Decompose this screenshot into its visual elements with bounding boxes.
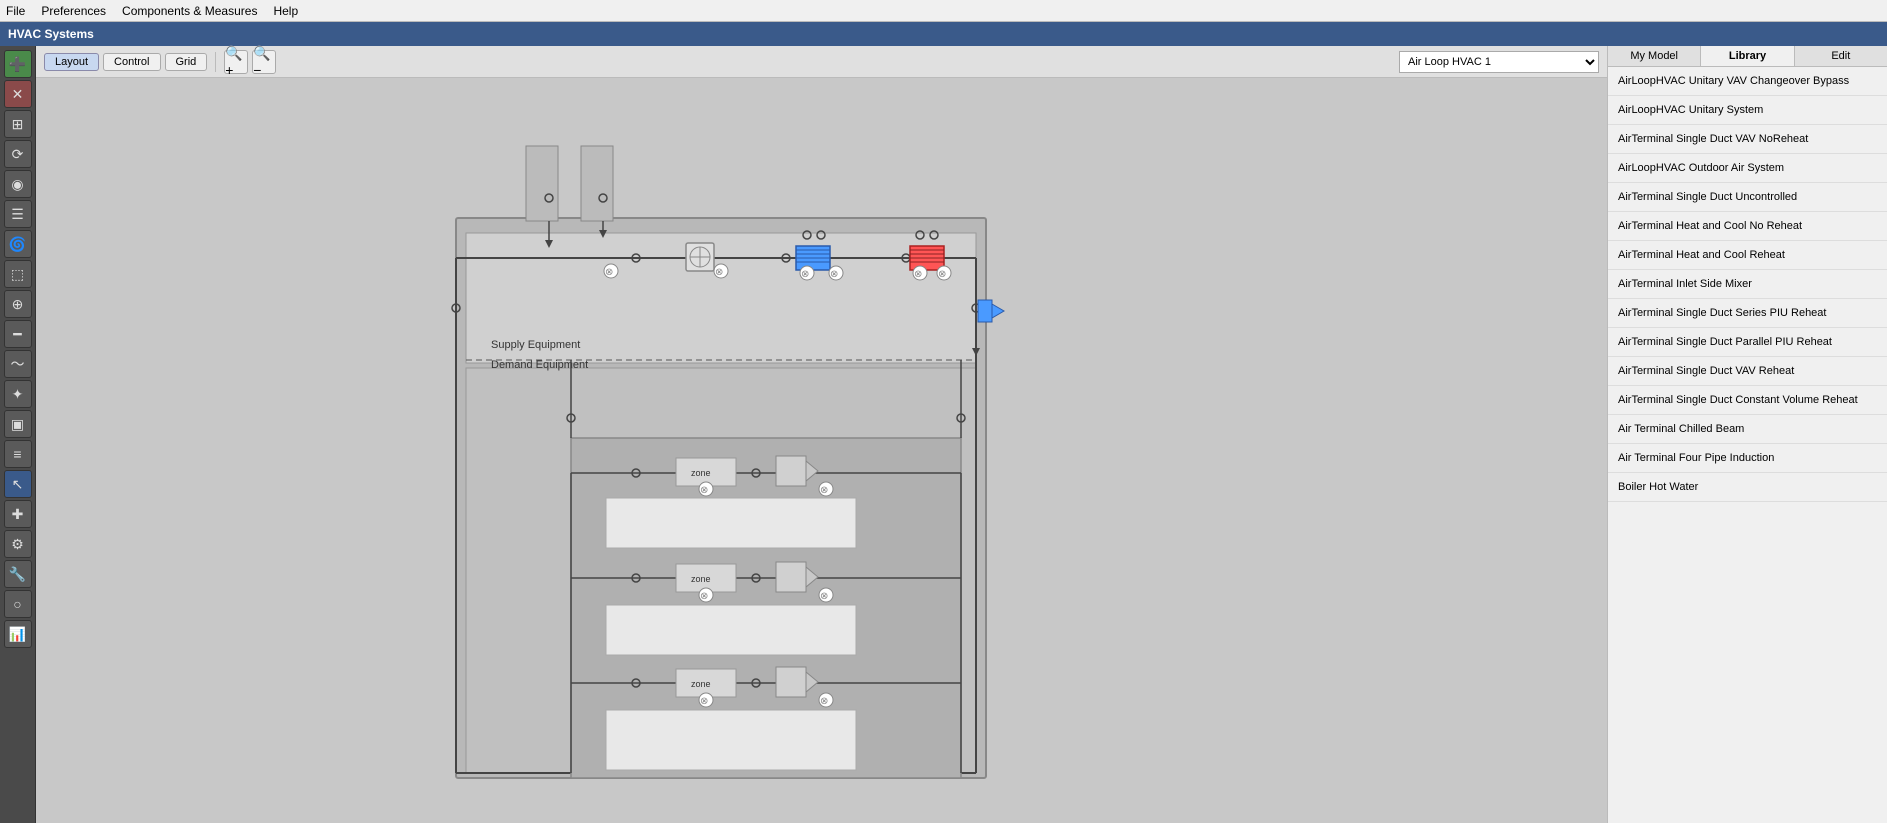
hvac-title: HVAC Systems — [8, 27, 94, 41]
hvac-sys-btn[interactable]: 🌀 — [4, 230, 32, 258]
settings-sidebar-btn[interactable]: ⚙ — [4, 530, 32, 558]
hvac-titlebar: HVAC Systems — [0, 22, 1887, 46]
menu-file[interactable]: File — [6, 4, 25, 18]
circle-btn[interactable]: ○ — [4, 590, 32, 618]
lib-item-2[interactable]: AirTerminal Single Duct VAV NoReheat — [1608, 125, 1887, 154]
lib-item-1[interactable]: AirLoopHVAC Unitary System — [1608, 96, 1887, 125]
menu-preferences[interactable]: Preferences — [41, 4, 106, 18]
lib-item-8[interactable]: AirTerminal Single Duct Series PIU Rehea… — [1608, 299, 1887, 328]
grid-view-btn[interactable]: ⊞ — [4, 110, 32, 138]
lib-item-11[interactable]: AirTerminal Single Duct Constant Volume … — [1608, 386, 1887, 415]
svg-text:⊗: ⊗ — [700, 696, 708, 707]
lib-item-boiler[interactable]: Boiler Hot Water — [1608, 473, 1887, 502]
cursor-btn[interactable]: ↖ — [4, 470, 32, 498]
component-btn[interactable]: ☰ — [4, 200, 32, 228]
menu-help[interactable]: Help — [273, 4, 298, 18]
control-btn[interactable]: Control — [103, 53, 160, 71]
chart-sidebar-btn[interactable]: 📊 — [4, 620, 32, 648]
zone-btn[interactable]: ⬚ — [4, 260, 32, 288]
svg-text:⊗: ⊗ — [700, 591, 708, 602]
svg-text:zone: zone — [691, 468, 711, 478]
svg-text:⊗: ⊗ — [605, 267, 613, 278]
left-sidebar: ➕ ✕ ⊞ ⟳ ◉ ☰ 🌀 ⬚ ⊕ ━ 〜 ✦ ▣ ≡ ↖ ✚ ⚙ 🔧 ○ 📊 — [0, 46, 36, 823]
main-layout: ➕ ✕ ⊞ ⟳ ◉ ☰ 🌀 ⬚ ⊕ ━ 〜 ✦ ▣ ≡ ↖ ✚ ⚙ 🔧 ○ 📊 … — [0, 46, 1887, 823]
right-panel-tabs: My Model Library Edit — [1608, 46, 1887, 67]
svg-text:zone: zone — [691, 574, 711, 584]
demand-label: Demand Equipment — [491, 359, 588, 371]
hvac-loop-dropdown[interactable]: Air Loop HVAC 1 — [1399, 51, 1599, 73]
right-panel: My Model Library Edit AirLoopHVAC Unitar… — [1607, 46, 1887, 823]
svg-text:zone: zone — [691, 679, 711, 689]
grid-btn[interactable]: Grid — [165, 53, 208, 71]
zoom-in-btn[interactable]: 🔍+ — [224, 50, 248, 74]
hvac-diagram-canvas[interactable]: Supply Equipment Demand Equipment — [36, 78, 1607, 823]
tab-library[interactable]: Library — [1701, 46, 1794, 66]
tab-my-model[interactable]: My Model — [1608, 46, 1701, 66]
svg-text:⊗: ⊗ — [820, 485, 828, 496]
svg-text:⊗: ⊗ — [938, 269, 946, 280]
lib-item-four-pipe[interactable]: Air Terminal Four Pipe Induction — [1608, 444, 1887, 473]
pump-btn[interactable]: ⊕ — [4, 290, 32, 318]
tab-edit[interactable]: Edit — [1795, 46, 1887, 66]
lib-item-0[interactable]: AirLoopHVAC Unitary VAV Changeover Bypas… — [1608, 67, 1887, 96]
svg-text:⊗: ⊗ — [914, 269, 922, 280]
lib-item-5[interactable]: AirTerminal Heat and Cool No Reheat — [1608, 212, 1887, 241]
loop-btn[interactable]: ⟳ — [4, 140, 32, 168]
lib-item-4[interactable]: AirTerminal Single Duct Uncontrolled — [1608, 183, 1887, 212]
ahu-btn[interactable]: ▣ — [4, 410, 32, 438]
svg-text:⊗: ⊗ — [830, 269, 838, 280]
wrench-btn[interactable]: 🔧 — [4, 560, 32, 588]
cross-btn[interactable]: ✚ — [4, 500, 32, 528]
lib-item-6[interactable]: AirTerminal Heat and Cool Reheat — [1608, 241, 1887, 270]
menu-bar: File Preferences Components & Measures H… — [0, 0, 1887, 22]
lib-item-7[interactable]: AirTerminal Inlet Side Mixer — [1608, 270, 1887, 299]
schedule-btn[interactable]: ≡ — [4, 440, 32, 468]
svg-text:⊗: ⊗ — [700, 485, 708, 496]
coil-btn[interactable]: 〜 — [4, 350, 32, 378]
menu-components[interactable]: Components & Measures — [122, 4, 257, 18]
lib-item-chilled-beam[interactable]: Air Terminal Chilled Beam — [1608, 415, 1887, 444]
fan-btn[interactable]: ✦ — [4, 380, 32, 408]
svg-text:⊗: ⊗ — [801, 269, 809, 280]
zoom-out-btn[interactable]: 🔍− — [252, 50, 276, 74]
svg-text:⊗: ⊗ — [820, 591, 828, 602]
node-btn[interactable]: ◉ — [4, 170, 32, 198]
remove-btn[interactable]: ✕ — [4, 80, 32, 108]
add-btn[interactable]: ➕ — [4, 50, 32, 78]
pipe-btn[interactable]: ━ — [4, 320, 32, 348]
lib-item-3[interactable]: AirLoopHVAC Outdoor Air System — [1608, 154, 1887, 183]
canvas-area: Layout Control Grid 🔍+ 🔍− Air Loop HVAC … — [36, 46, 1607, 823]
toolbar-separator — [215, 52, 216, 72]
svg-text:⊗: ⊗ — [715, 267, 723, 278]
svg-text:⊗: ⊗ — [820, 696, 828, 707]
layout-btn[interactable]: Layout — [44, 53, 99, 71]
supply-label: Supply Equipment — [491, 339, 580, 351]
library-list: AirLoopHVAC Unitary VAV Changeover Bypas… — [1608, 67, 1887, 823]
toolbar: Layout Control Grid 🔍+ 🔍− Air Loop HVAC … — [36, 46, 1607, 78]
lib-item-9[interactable]: AirTerminal Single Duct Parallel PIU Reh… — [1608, 328, 1887, 357]
lib-item-10[interactable]: AirTerminal Single Duct VAV Reheat — [1608, 357, 1887, 386]
